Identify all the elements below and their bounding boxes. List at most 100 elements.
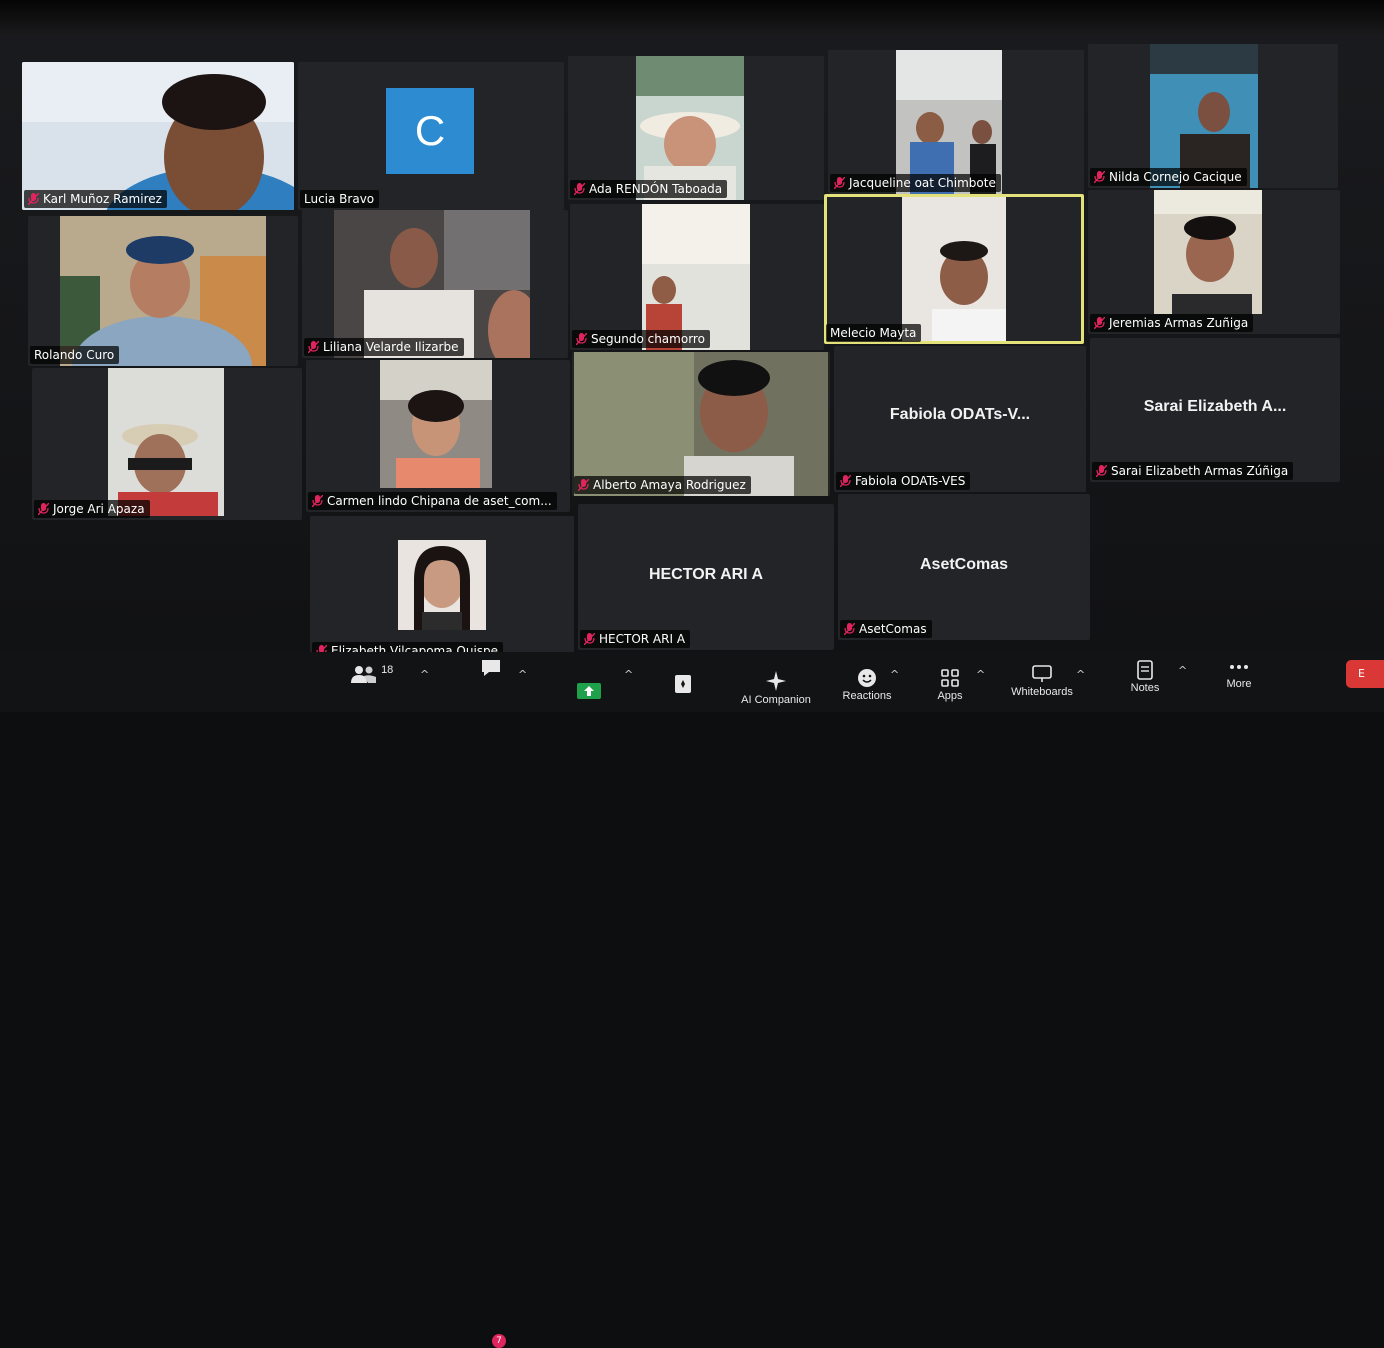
participant-name: Rolando Curo	[34, 348, 115, 362]
participant-display-name: HECTOR ARI A	[648, 566, 764, 583]
participant-video	[334, 210, 530, 358]
top-bezel	[0, 0, 1384, 36]
mic-muted-icon	[1094, 317, 1105, 329]
participant-nametag: Karl Muñoz Ramirez	[24, 190, 167, 208]
participant-tile-p16[interactable]: Elizabeth Vilcapoma Quispe	[310, 516, 574, 662]
participant-name: Karl Muñoz Ramirez	[43, 192, 162, 206]
whiteboards-label: Whiteboards	[1011, 686, 1073, 698]
mic-muted-icon	[834, 177, 845, 189]
participant-video	[108, 368, 224, 516]
participant-tile-p1[interactable]: Karl Muñoz Ramirez	[22, 62, 294, 210]
participant-tile-p18[interactable]: AsetComas AsetComas	[838, 494, 1090, 640]
participant-name: AsetComas	[859, 622, 927, 636]
chat-caret-icon[interactable]: ^	[518, 668, 527, 681]
participant-tile-p5[interactable]: Nilda Cornejo Cacique	[1088, 44, 1338, 188]
participant-name: Melecio Mayta	[830, 326, 917, 340]
participant-tile-p12[interactable]: Carmen lindo Chipana de aset_com...	[306, 360, 570, 512]
participant-video	[574, 352, 828, 496]
participant-nametag: Jorge Ari Apaza	[34, 500, 150, 518]
mic-muted-icon	[584, 633, 595, 645]
participant-display-name: AsetComas	[919, 556, 1009, 573]
notes-caret-icon[interactable]: ^	[1178, 664, 1187, 677]
participant-nametag: Alberto Amaya Rodriguez	[574, 476, 751, 494]
participant-tile-p14[interactable]: Fabiola ODATs-V... Fabiola ODATs-VES	[834, 346, 1086, 492]
share-caret-icon[interactable]: ^	[624, 668, 633, 681]
participant-tile-p6[interactable]: Rolando Curo	[28, 216, 298, 366]
ai-companion-button[interactable]: AI Companion	[730, 670, 822, 706]
participant-nametag: Carmen lindo Chipana de aset_com...	[308, 492, 557, 510]
mic-muted-icon	[844, 623, 855, 635]
participant-nametag: Nilda Cornejo Cacique	[1090, 168, 1247, 186]
participant-tile-p8[interactable]: Segundo chamorro	[570, 204, 824, 350]
participant-name: Jorge Ari Apaza	[53, 502, 145, 516]
share-screen-button[interactable]	[574, 682, 604, 702]
chat-button[interactable]	[474, 658, 508, 680]
participant-name: Liliana Velarde Ilizarbe	[323, 340, 459, 354]
notes-icon	[1137, 660, 1153, 680]
mic-muted-icon	[574, 183, 585, 195]
avatar: C	[386, 88, 474, 174]
participant-name: Ada RENDÓN Taboada	[589, 182, 723, 196]
participant-tile-p2[interactable]: C Lucia Bravo	[298, 62, 564, 210]
participants-count: 18	[381, 664, 394, 676]
participant-display-name: Sarai Elizabeth A...	[1143, 398, 1287, 415]
sparkle-icon	[766, 671, 786, 691]
participant-name: Alberto Amaya Rodriguez	[593, 478, 746, 492]
participant-video	[1154, 190, 1262, 314]
reactions-caret-icon[interactable]: ^	[890, 668, 899, 681]
participant-nametag: Melecio Mayta	[826, 324, 922, 342]
notes-button[interactable]: Notes	[1120, 660, 1170, 694]
participant-nametag: Sarai Elizabeth Armas Zúñiga	[1092, 462, 1294, 480]
participant-video	[22, 62, 294, 210]
mic-muted-icon	[308, 341, 319, 353]
apps-label: Apps	[937, 690, 963, 702]
participant-name: Jacqueline oat Chimbote	[849, 176, 996, 190]
participant-tile-p10[interactable]: Jeremias Armas Zuñiga	[1088, 190, 1340, 334]
reactions-icon	[858, 669, 876, 687]
participant-tile-p9[interactable]: Melecio Mayta	[824, 194, 1084, 344]
participant-tile-p4[interactable]: Jacqueline oat Chimbote	[828, 50, 1084, 194]
apps-button[interactable]: Apps	[928, 668, 972, 702]
participant-tile-p13[interactable]: Alberto Amaya Rodriguez	[572, 352, 830, 496]
whiteboards-caret-icon[interactable]: ^	[1076, 668, 1085, 681]
participant-tile-p11[interactable]: Jorge Ari Apaza	[32, 368, 302, 520]
participants-button[interactable]: 18	[350, 664, 410, 684]
chat-unread-badge: 7	[492, 1334, 506, 1348]
more-button[interactable]: More	[1214, 658, 1264, 690]
apps-caret-icon[interactable]: ^	[976, 668, 985, 681]
participants-icon	[351, 666, 376, 683]
participant-name: Jeremias Armas Zuñiga	[1109, 316, 1249, 330]
summary-button[interactable]	[668, 674, 698, 696]
participant-nametag: Liliana Velarde Ilizarbe	[304, 338, 464, 356]
participant-video	[398, 540, 486, 630]
mic-muted-icon	[1094, 171, 1105, 183]
participant-tile-p17[interactable]: HECTOR ARI A HECTOR ARI A	[578, 504, 834, 650]
ai-companion-label: AI Companion	[741, 694, 811, 706]
avatar-letter: C	[414, 107, 446, 154]
participant-name: Fabiola ODATs-VES	[855, 474, 966, 488]
apps-icon	[941, 669, 959, 687]
participant-nametag: Rolando Curo	[30, 346, 120, 364]
participant-nametag: Ada RENDÓN Taboada	[570, 180, 728, 198]
participant-display-name: Fabiola ODATs-V...	[889, 406, 1031, 423]
participant-name: Carmen lindo Chipana de aset_com...	[327, 494, 552, 508]
whiteboards-button[interactable]: Whiteboards	[1004, 664, 1080, 698]
more-icon	[1230, 665, 1248, 669]
share-screen-icon	[577, 683, 601, 699]
chat-icon	[482, 660, 500, 676]
participant-name: Segundo chamorro	[591, 332, 705, 346]
mic-muted-icon	[578, 479, 589, 491]
participant-tile-p3[interactable]: Ada RENDÓN Taboada	[568, 56, 824, 200]
end-meeting-button[interactable]: E	[1346, 660, 1384, 688]
participant-tile-p15[interactable]: Sarai Elizabeth A... Sarai Elizabeth Arm…	[1090, 338, 1340, 482]
mic-muted-icon	[840, 475, 851, 487]
participant-name: Sarai Elizabeth Armas Zúñiga	[1111, 464, 1289, 478]
participants-caret-icon[interactable]: ^	[420, 668, 429, 681]
meeting-toolbar: 18 ^ 7 ^ ^ AI Companion Reactions ^ Apps…	[0, 652, 1384, 1348]
participant-tile-p7[interactable]: Liliana Velarde Ilizarbe	[302, 210, 568, 358]
participant-video	[60, 216, 266, 366]
participant-video	[380, 360, 492, 488]
participant-nametag: Jeremias Armas Zuñiga	[1090, 314, 1254, 332]
participant-nametag: Fabiola ODATs-VES	[836, 472, 971, 490]
participant-video	[902, 197, 1006, 341]
